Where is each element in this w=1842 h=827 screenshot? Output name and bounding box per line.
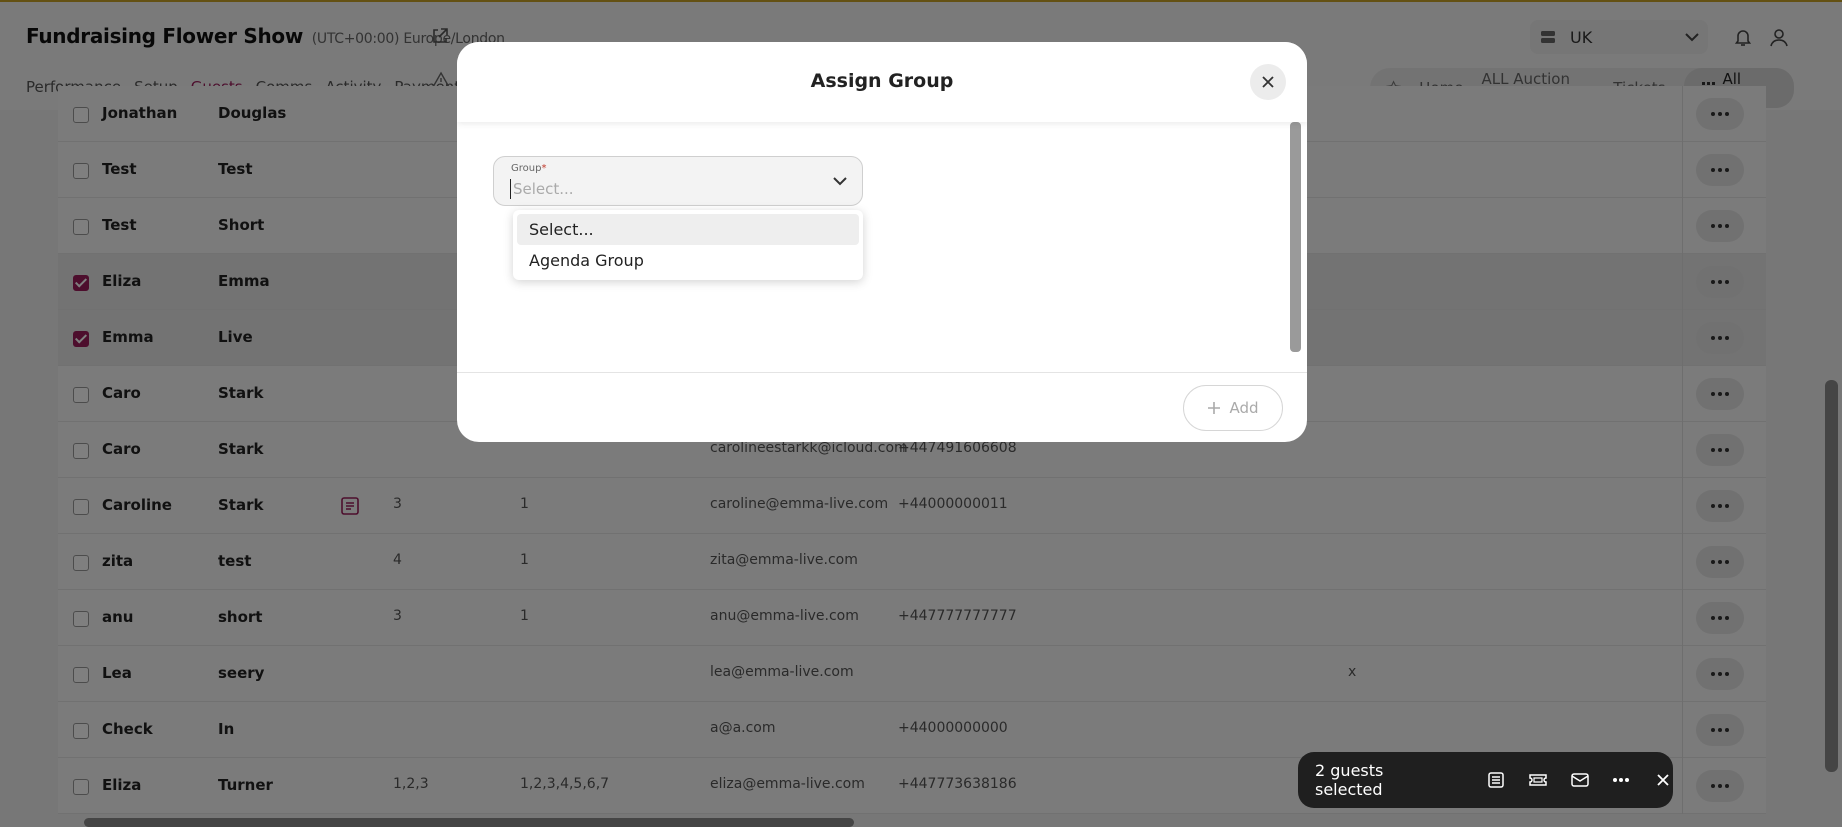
chevron-down-icon[interactable] — [832, 175, 848, 187]
close-icon — [1262, 76, 1274, 88]
required-mark: * — [541, 163, 547, 174]
modal-scrollbar[interactable] — [1290, 122, 1301, 352]
list-icon[interactable] — [1486, 770, 1506, 790]
modal-title: Assign Group — [810, 70, 954, 92]
modal-footer: Add — [457, 372, 1307, 442]
mail-icon[interactable] — [1570, 770, 1590, 790]
group-select[interactable]: Group* — [493, 156, 863, 206]
ticket-icon[interactable] — [1528, 770, 1548, 790]
add-button-label: Add — [1229, 399, 1259, 417]
group-select-input[interactable] — [510, 179, 810, 199]
option-agenda-group[interactable]: Agenda Group — [517, 245, 859, 276]
modal-close-button[interactable] — [1250, 64, 1286, 100]
group-options-menu: Select... Agenda Group — [513, 210, 863, 280]
group-field-label: Group* — [511, 163, 547, 174]
selection-count-label: 2 guests selected — [1315, 761, 1384, 799]
more-icon[interactable] — [1612, 770, 1632, 790]
assign-group-modal: Assign Group Group* Select... Agenda Gro… — [457, 42, 1307, 442]
close-icon[interactable] — [1653, 770, 1673, 790]
plus-icon — [1208, 402, 1221, 414]
add-button[interactable]: Add — [1183, 385, 1283, 431]
modal-header: Assign Group — [457, 42, 1307, 122]
selection-action-bar: 2 guests selected — [1298, 752, 1673, 808]
option-select[interactable]: Select... — [517, 214, 859, 245]
